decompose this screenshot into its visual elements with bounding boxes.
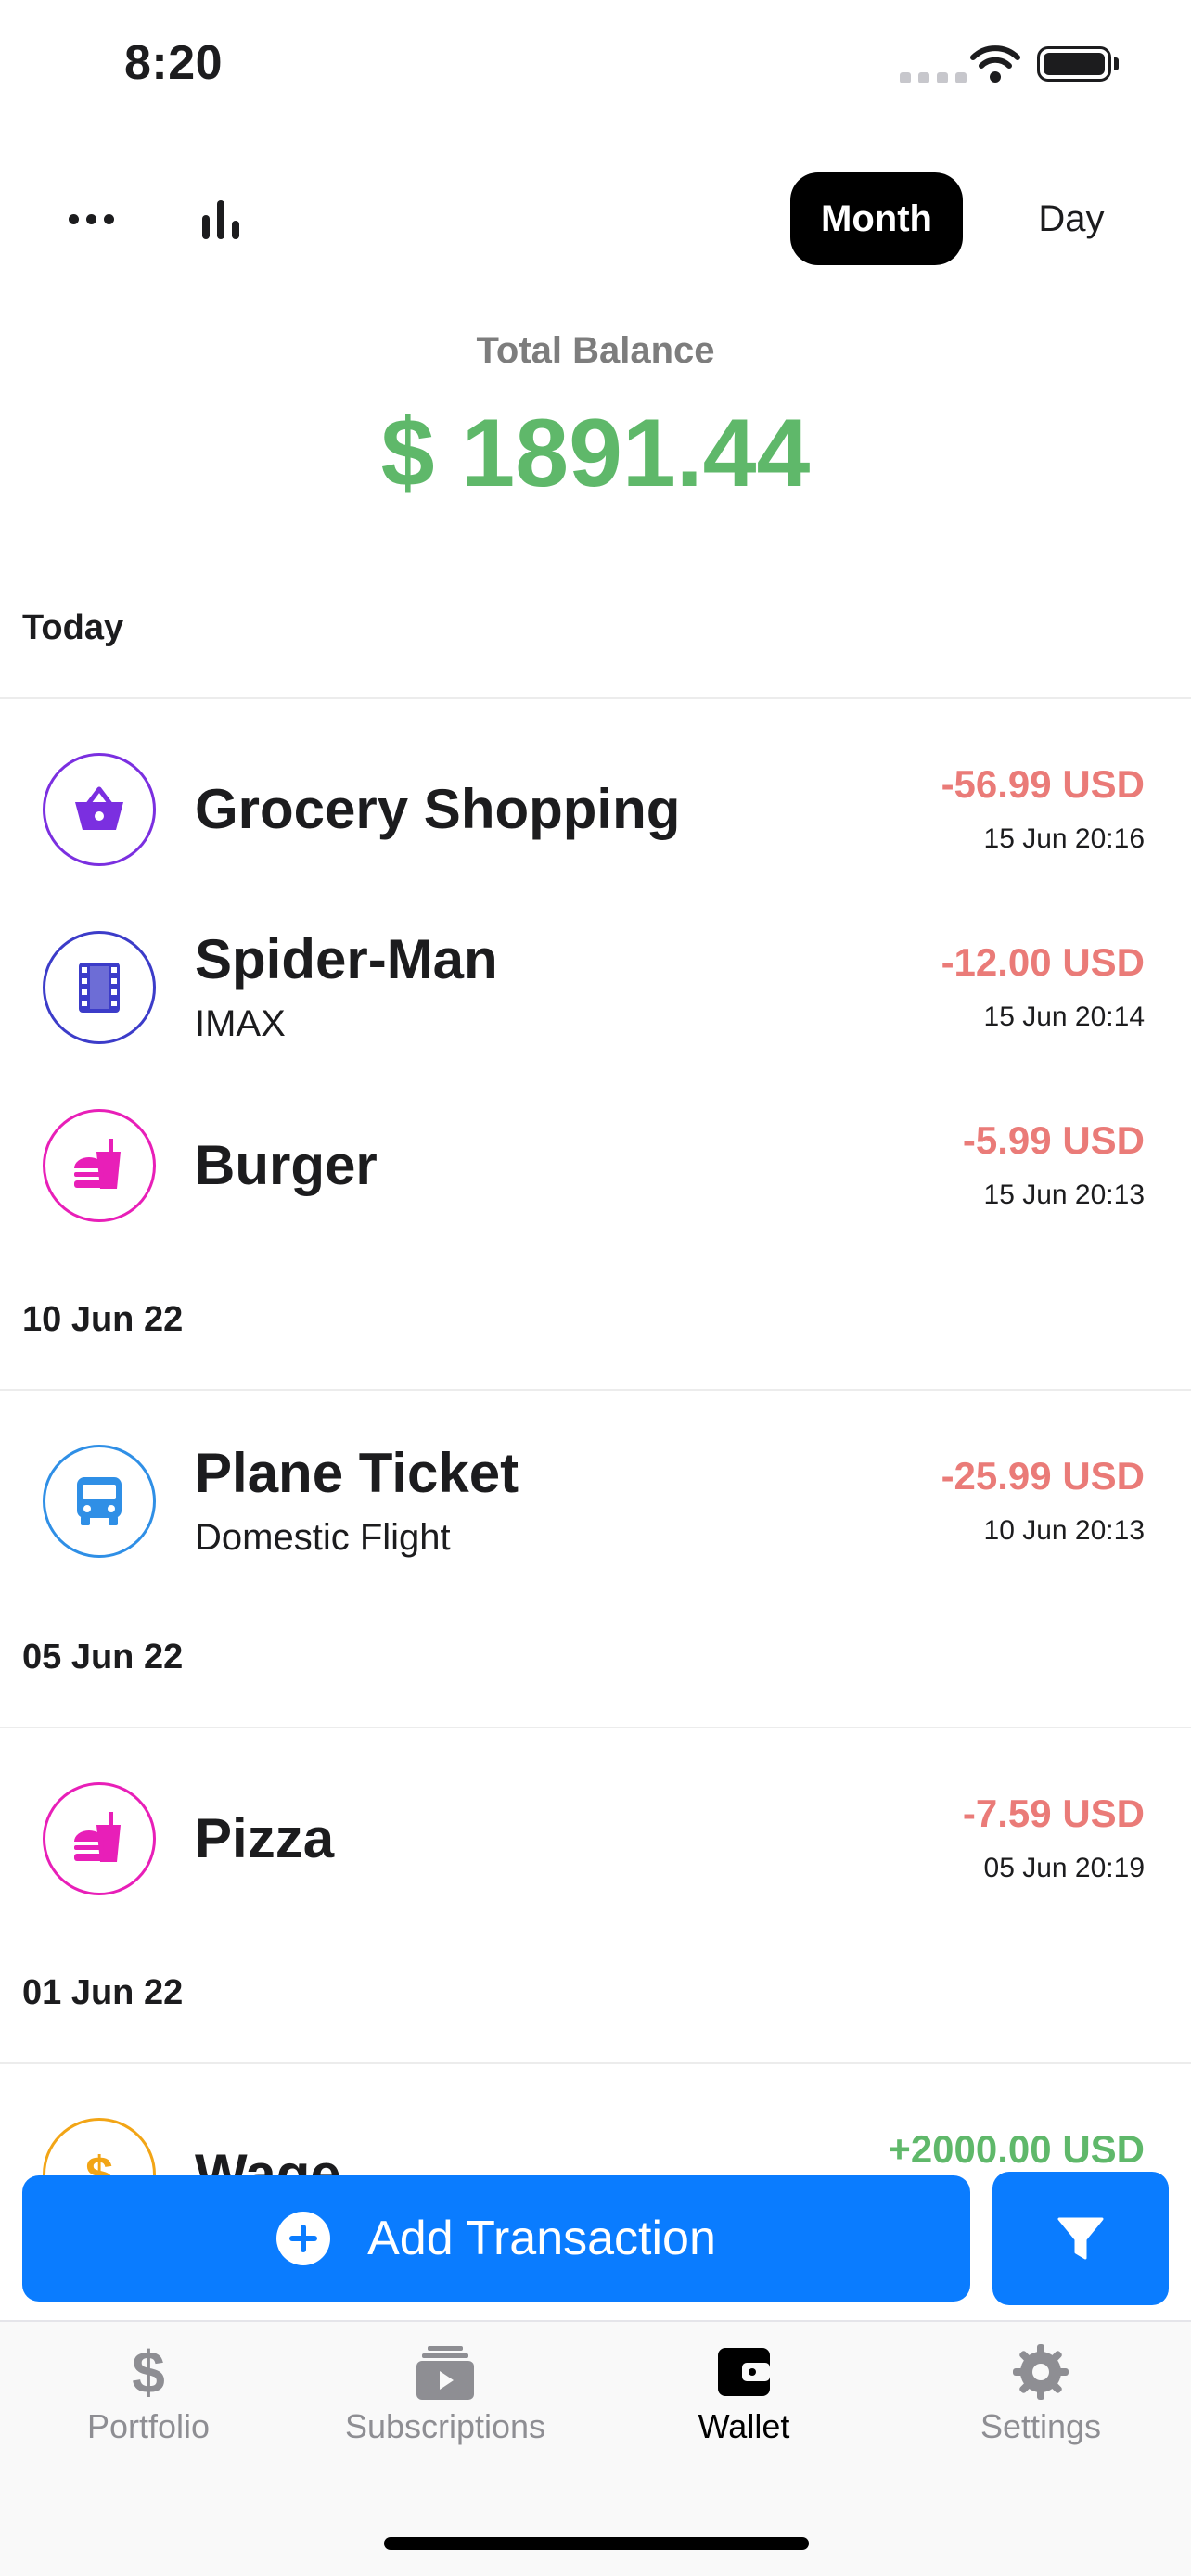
add-circle-icon [276,2212,331,2265]
film-icon [43,931,156,1044]
tab-label: Portfolio [86,2407,211,2445]
transaction-row[interactable]: Burger -5.99 USD 15 Jun 20:13 [0,1078,1191,1254]
transaction-subtitle: Domestic Flight [195,1517,451,1558]
subscriptions-icon [416,2346,474,2400]
gear-icon [1013,2344,1069,2400]
wallet-icon [718,2348,770,2396]
filter-icon [1057,2217,1104,2260]
section-divider [0,1389,1191,1391]
bus-icon [43,1445,156,1558]
transaction-amount: -7.59 USD [962,1792,1145,1835]
section-header-date: 10 Jun 22 [22,1300,184,1339]
section-header-date: 05 Jun 22 [22,1638,184,1677]
status-time: 8:20 [124,36,224,90]
transaction-row[interactable]: Spider-Man IMAX -12.00 USD 15 Jun 20:14 [0,899,1191,1076]
transaction-amount: -25.99 USD [941,1454,1145,1498]
transaction-date: 15 Jun 20:13 [983,1180,1145,1210]
home-indicator [384,2537,809,2550]
transaction-amount: +2000.00 USD [888,2127,1145,2171]
transaction-title: Pizza [195,1807,335,1869]
add-transaction-label: Add Transaction [367,2212,716,2265]
transaction-title: Grocery Shopping [195,778,681,840]
segment-month[interactable]: Month [790,172,963,265]
section-divider [0,697,1191,699]
section-header-date: 01 Jun 22 [22,1973,184,2012]
transaction-row[interactable]: Grocery Shopping -56.99 USD 15 Jun 20:16 [0,721,1191,898]
wifi-icon [969,45,1021,88]
cellular-signal-icon [900,72,967,83]
transaction-row[interactable]: Pizza -7.59 USD 05 Jun 20:19 [0,1751,1191,1927]
svg-text:$: $ [85,2147,113,2175]
fastfood-icon [43,1782,156,1895]
transaction-title: Plane Ticket [195,1442,519,1504]
statistics-chart-icon[interactable] [195,191,247,243]
transaction-amount: -5.99 USD [962,1118,1145,1162]
transaction-date: 05 Jun 20:19 [983,1853,1145,1883]
total-balance-value: $ 1891.44 [380,400,811,507]
transaction-title: Wage [195,2143,341,2175]
battery-icon [1037,46,1111,82]
tab-label: Subscriptions [344,2407,546,2445]
total-balance-label: Total Balance [476,330,715,371]
dollar-icon: $ [132,2342,165,2402]
svg-text:$: $ [132,2342,165,2402]
tab-label: Settings [980,2407,1102,2445]
dollar-icon: $ [43,2118,156,2175]
transaction-row[interactable]: $ Wage +2000.00 USD 0 [0,2086,1191,2175]
section-divider [0,1727,1191,1728]
transaction-date: 15 Jun 20:16 [983,823,1145,854]
transaction-subtitle: IMAX [195,1003,286,1044]
more-options-button[interactable] [58,200,124,237]
transaction-date: 10 Jun 20:13 [983,1515,1145,1546]
fastfood-icon [43,1109,156,1222]
transaction-row[interactable]: Plane Ticket Domestic Flight -25.99 USD … [0,1413,1191,1589]
tab-settings[interactable]: Settings [920,2342,1161,2446]
battery-nub [1114,57,1119,70]
tab-subscriptions[interactable]: Subscriptions [325,2342,566,2446]
transaction-title: Spider-Man [195,928,498,990]
segment-day[interactable]: Day [1002,172,1141,265]
section-divider [0,2062,1191,2064]
tab-wallet[interactable]: Wallet [623,2342,864,2446]
add-transaction-button[interactable]: Add Transaction [22,2175,970,2302]
filter-button[interactable] [992,2172,1169,2305]
tab-portfolio[interactable]: $ Portfolio [28,2342,269,2446]
transaction-date: 15 Jun 20:14 [983,1001,1145,1032]
transaction-title: Burger [195,1134,378,1196]
transaction-amount: -12.00 USD [941,940,1145,984]
tab-label: Wallet [698,2407,790,2445]
basket-icon [43,753,156,866]
transaction-amount: -56.99 USD [941,762,1145,806]
section-header-today: Today [22,608,124,647]
